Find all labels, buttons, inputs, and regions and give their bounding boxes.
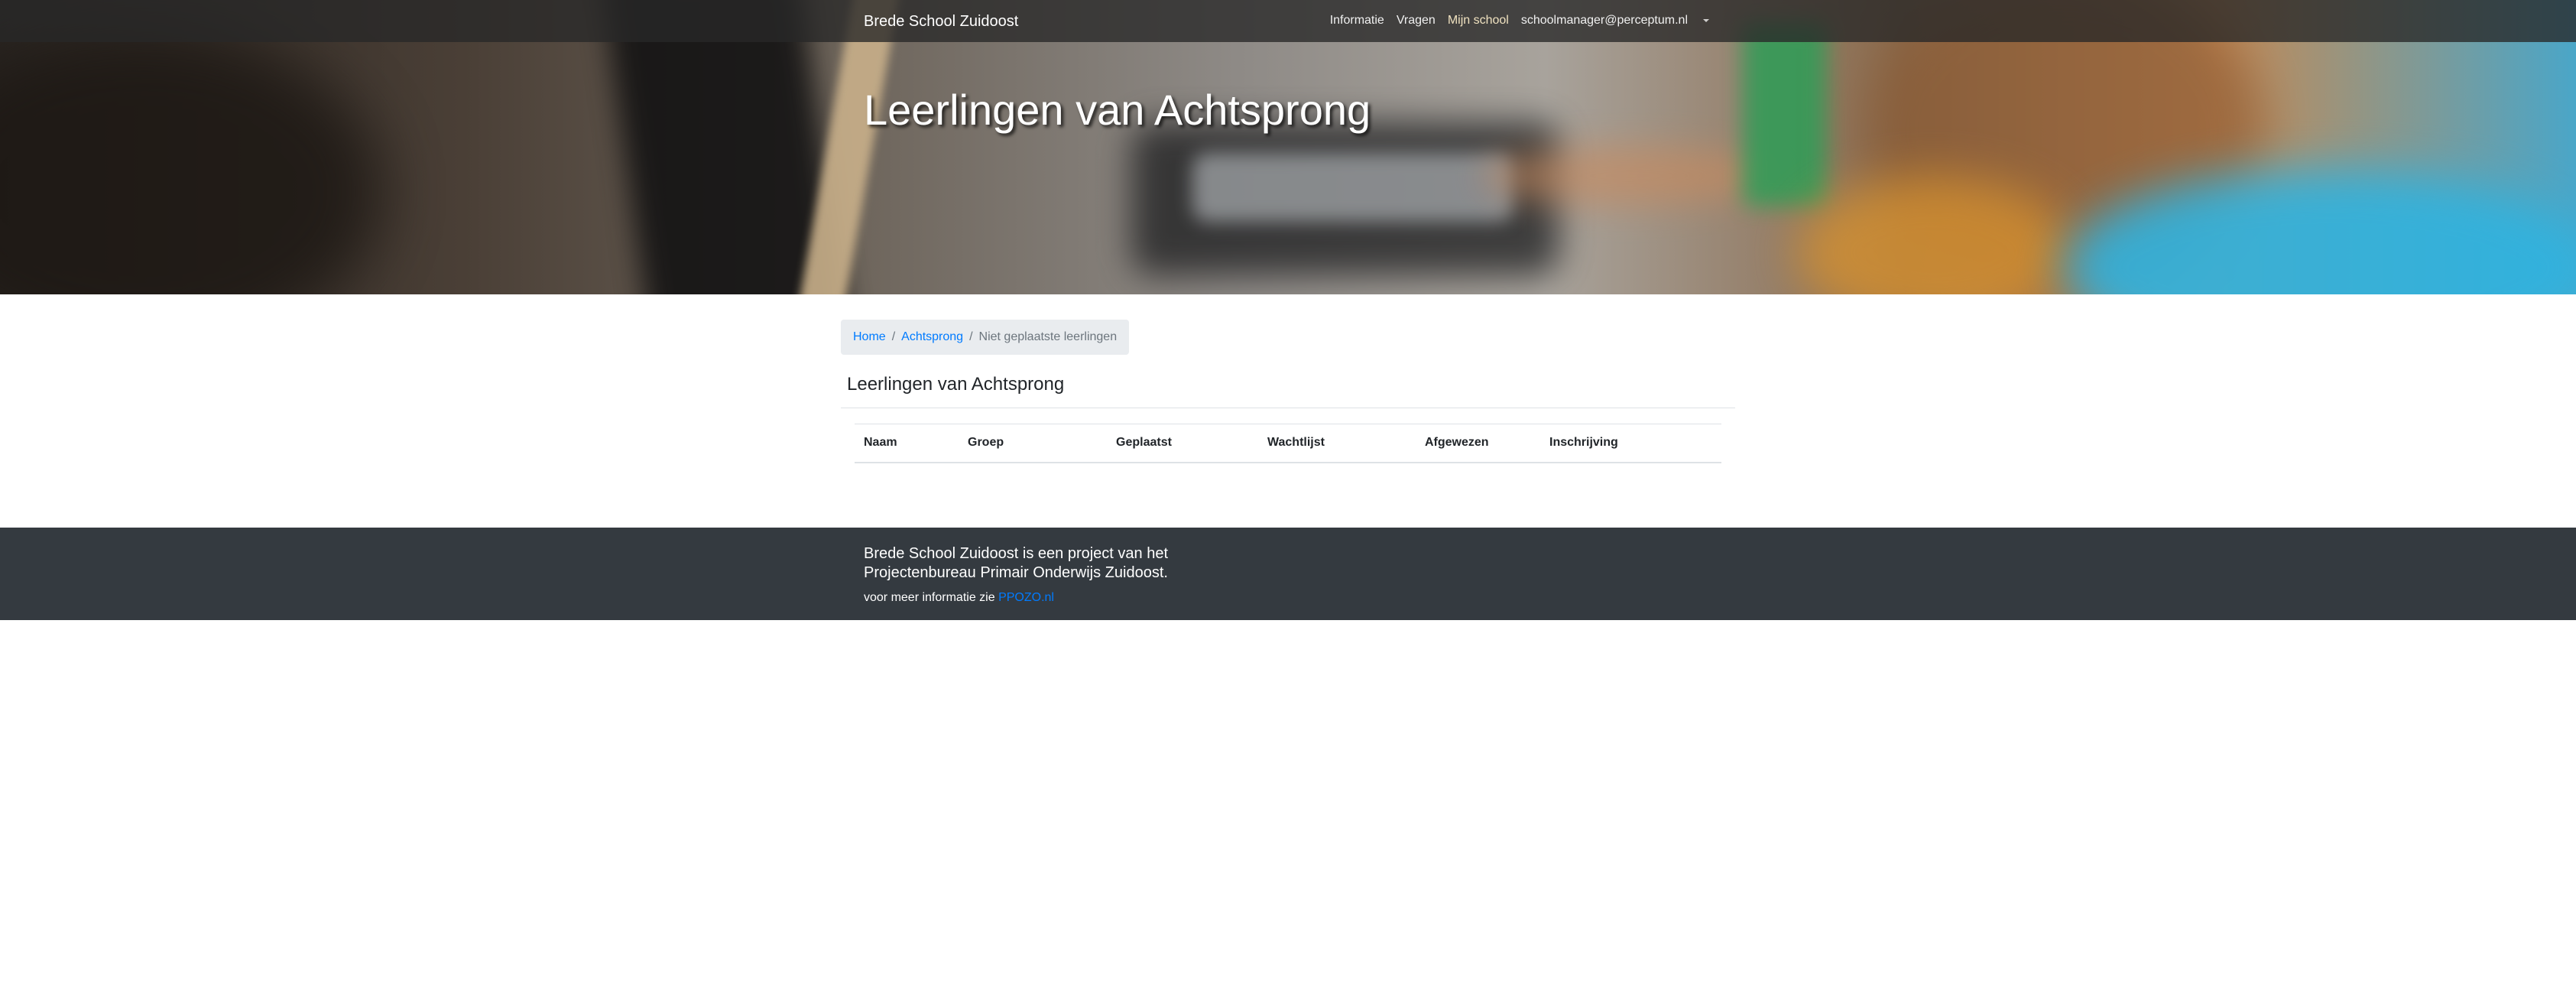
hero-banner: Brede School Zuidoost Informatie Vragen … bbox=[0, 0, 2576, 294]
nav-mijn-school[interactable]: Mijn school bbox=[1442, 11, 1515, 30]
column-header-naam: Naam bbox=[855, 424, 959, 463]
breadcrumb-school[interactable]: Achtsprong bbox=[901, 330, 963, 344]
table-header-row: Naam Groep Geplaatst Wachtlijst Afgeweze… bbox=[855, 424, 1721, 463]
column-header-wachtlijst: Wachtlijst bbox=[1258, 424, 1416, 463]
breadcrumb-home[interactable]: Home bbox=[853, 330, 886, 344]
nav-informatie[interactable]: Informatie bbox=[1324, 11, 1390, 30]
students-table: Naam Groep Geplaatst Wachtlijst Afgeweze… bbox=[855, 424, 1721, 463]
breadcrumb-current: Niet geplaatste leerlingen bbox=[978, 330, 1118, 343]
nav-menu: Informatie Vragen Mijn school schoolmana… bbox=[1324, 11, 1709, 30]
footer: Brede School Zuidoost is een project van… bbox=[0, 528, 2576, 620]
column-header-inschrijving: Inschrijving bbox=[1540, 424, 1721, 463]
dropdown-caret-icon[interactable] bbox=[1703, 19, 1709, 22]
footer-more-info: voor meer informatie zie PPOZO.nl bbox=[864, 590, 1054, 606]
column-header-afgewezen: Afgewezen bbox=[1416, 424, 1540, 463]
ppozo-link[interactable]: PPOZO.nl bbox=[998, 591, 1054, 604]
brand-link[interactable]: Brede School Zuidoost bbox=[864, 11, 1018, 32]
nav-user-account[interactable]: schoolmanager@perceptum.nl bbox=[1515, 11, 1694, 30]
navbar: Brede School Zuidoost Informatie Vragen … bbox=[0, 0, 2576, 42]
breadcrumb-separator: / bbox=[969, 330, 973, 343]
hero-title: Leerlingen van Achtsprong bbox=[864, 86, 1371, 134]
nav-vragen[interactable]: Vragen bbox=[1390, 11, 1442, 30]
column-header-geplaatst: Geplaatst bbox=[1107, 424, 1258, 463]
breadcrumb-separator: / bbox=[891, 330, 896, 343]
footer-description: Brede School Zuidoost is een project van… bbox=[864, 545, 1169, 581]
footer-more-prefix: voor meer informatie zie bbox=[864, 591, 995, 604]
column-header-groep: Groep bbox=[959, 424, 1107, 463]
breadcrumb: Home / Achtsprong / Niet geplaatste leer… bbox=[841, 320, 1130, 355]
page-title: Leerlingen van Achtsprong bbox=[847, 374, 1065, 395]
